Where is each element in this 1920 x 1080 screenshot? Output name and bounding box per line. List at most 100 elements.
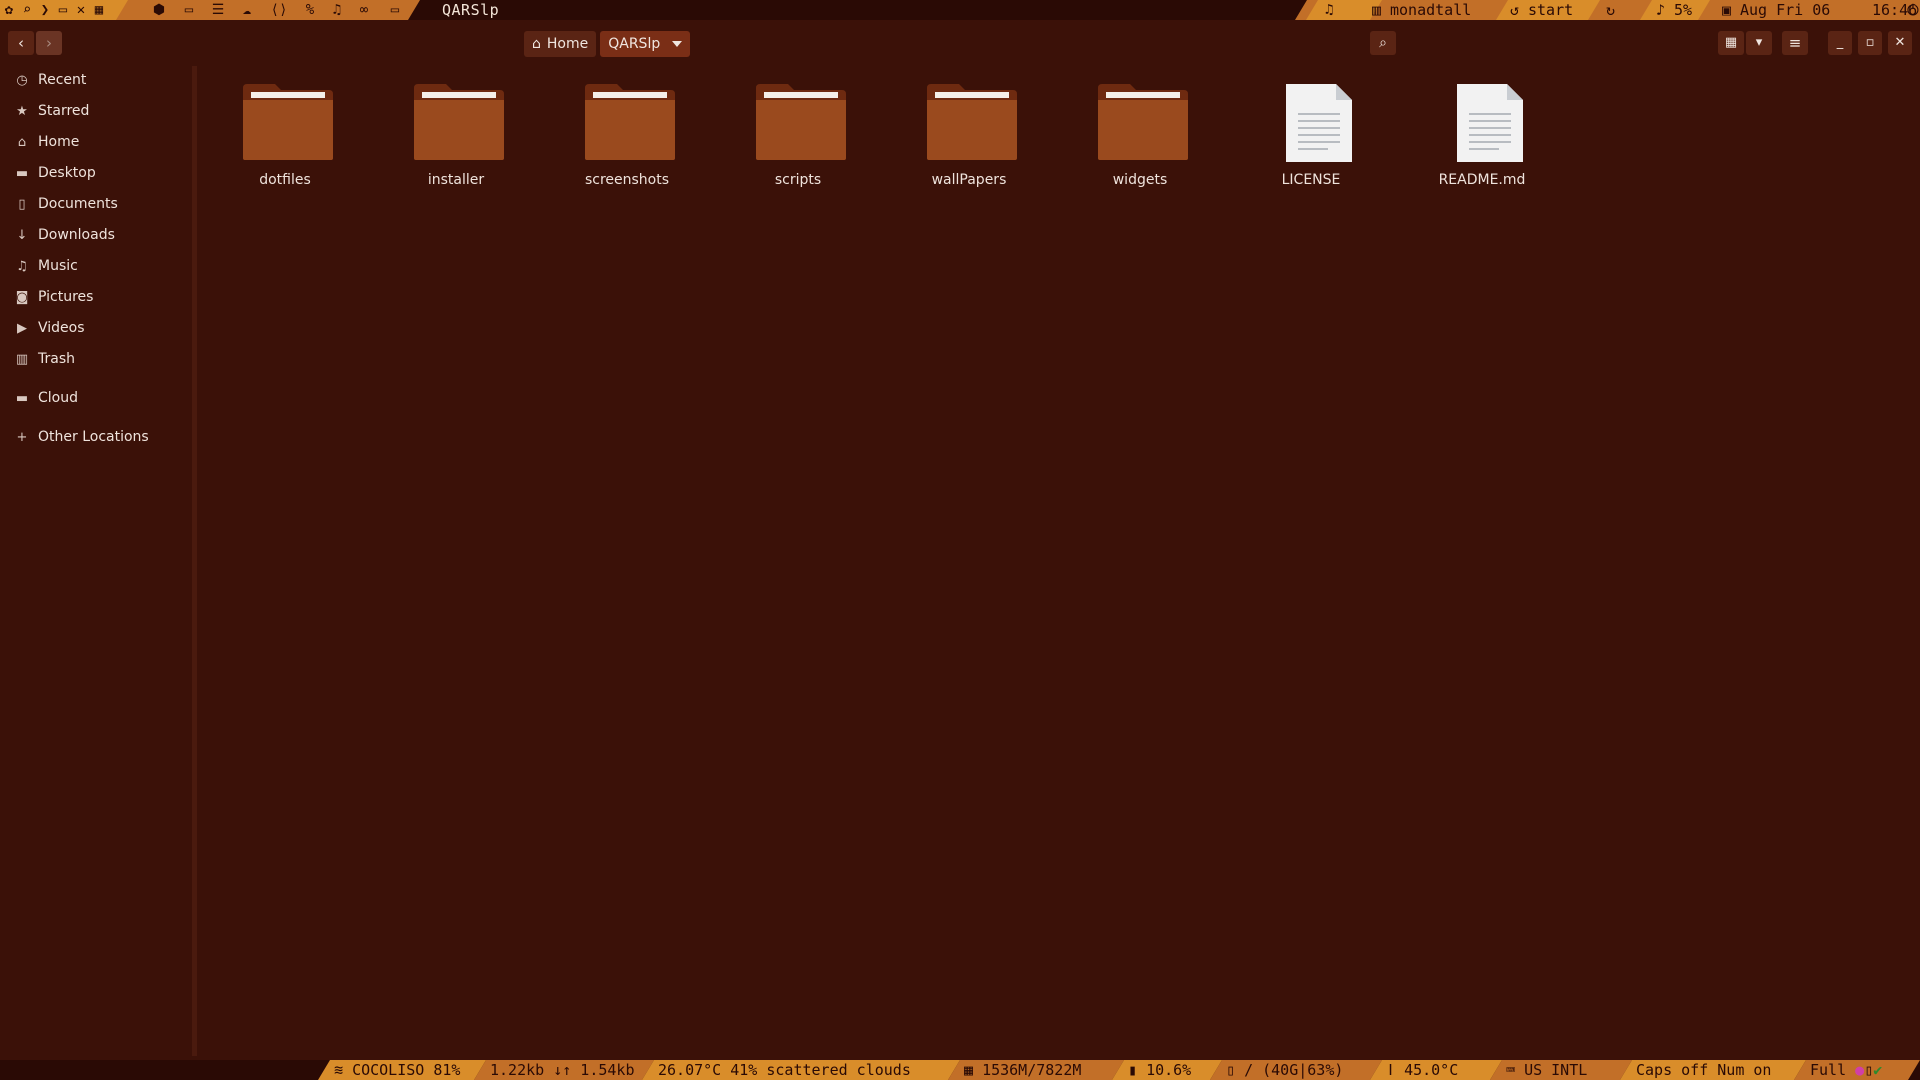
folder-item[interactable]: scripts xyxy=(723,70,873,190)
grid-view-button[interactable]: ▦ xyxy=(1718,31,1744,55)
temperature-segment[interactable]: ǀ 45.0°C xyxy=(1370,1060,1502,1080)
sidebar-item-desktop[interactable]: ▬ Desktop xyxy=(0,159,190,187)
folder-icon: ▬ xyxy=(15,165,29,181)
folder-item[interactable]: widgets xyxy=(1065,70,1215,190)
music-icon: ♫ xyxy=(16,258,28,274)
folder-icon: ▬ xyxy=(15,390,29,406)
sidebar-item-recent[interactable]: ◷ Recent xyxy=(0,66,190,94)
sidebar-item-label: Desktop xyxy=(38,165,96,181)
folder-item[interactable]: screenshots xyxy=(552,70,702,190)
search-icon[interactable]: ⌕ xyxy=(18,0,36,20)
close-button[interactable]: ✕ xyxy=(1888,31,1912,55)
headphone-segment xyxy=(1306,0,1382,20)
app-indicator-icon[interactable]: ● xyxy=(1855,1061,1864,1079)
sidebar-item-home[interactable]: ⌂ Home xyxy=(0,128,190,156)
document-item[interactable]: LICENSE xyxy=(1236,70,1386,190)
notes-icon[interactable]: ☰ xyxy=(209,0,227,20)
chevron-right-icon: › xyxy=(46,34,52,52)
folder-icon xyxy=(756,84,846,160)
package-icon[interactable]: ⬢ xyxy=(150,0,168,20)
start-label[interactable]: start xyxy=(1528,0,1573,20)
tools-icon[interactable]: ✕ xyxy=(72,0,90,20)
sidebar-divider[interactable] xyxy=(192,66,197,1056)
sidebar-item-music[interactable]: ♫ Music xyxy=(0,252,190,280)
network-segment[interactable]: 1.22kb ↓↑ 1.54kb xyxy=(474,1060,654,1080)
keyboard-icon[interactable]: ▦ xyxy=(90,0,108,20)
sidebar-item-cloud[interactable]: ▬ Cloud xyxy=(0,384,190,412)
refresh-icon[interactable]: ↻ xyxy=(1606,0,1615,20)
cloud-icon[interactable]: ☁ xyxy=(238,0,256,20)
file-name: widgets xyxy=(1112,172,1168,188)
thermometer-icon: ǀ xyxy=(1386,1061,1405,1079)
monitor-icon[interactable]: ▭ xyxy=(386,0,404,20)
sidebar-item-documents[interactable]: ▯ Documents xyxy=(0,190,190,218)
window-title: QARSlp xyxy=(442,1,500,19)
chevron-left-icon: ‹ xyxy=(18,34,24,52)
sidebar-item-label: Trash xyxy=(38,351,75,367)
maximize-button[interactable]: ▫ xyxy=(1858,31,1882,55)
header-bar: ‹ › ⌂ Home QARSlp ⌕ ▦ ▾ ≡ _ ▫ ✕ xyxy=(0,20,1920,66)
star-icon: ★ xyxy=(16,103,28,119)
menu-button[interactable]: ≡ xyxy=(1782,31,1808,55)
locks-segment[interactable]: Caps off Num on xyxy=(1620,1060,1806,1080)
search-button[interactable]: ⌕ xyxy=(1370,31,1396,55)
document-icon xyxy=(1286,84,1352,162)
folder-icon[interactable]: ▭ xyxy=(54,0,72,20)
breadcrumb-home[interactable]: ⌂ Home xyxy=(524,31,597,57)
sidebar-item-label: Recent xyxy=(38,72,87,88)
view-options-button[interactable]: ▾ xyxy=(1746,31,1772,55)
weather-segment[interactable]: 26.07°C 41% scattered clouds xyxy=(642,1060,960,1080)
document-item[interactable]: README.md xyxy=(1407,70,1557,190)
forward-button[interactable]: › xyxy=(36,31,62,55)
battery-status: Full xyxy=(1810,1061,1847,1079)
link-icon[interactable]: ∞ xyxy=(355,0,373,20)
folder-item[interactable]: dotfiles xyxy=(210,70,360,190)
app-icon[interactable]: ✿ xyxy=(0,0,18,20)
file-name: README.md xyxy=(1438,172,1526,188)
battery-segment[interactable]: Full ●▯✔ xyxy=(1794,1060,1920,1080)
breadcrumb-current[interactable]: QARSlp xyxy=(600,31,691,57)
back-button[interactable]: ‹ xyxy=(8,31,34,55)
code-icon[interactable]: ⟨⟩ xyxy=(270,0,288,20)
layout-label[interactable]: monadtall xyxy=(1390,0,1471,20)
power-icon[interactable]: ⏻ xyxy=(1907,0,1919,20)
wifi-status: COCOLISO 81% xyxy=(352,1061,461,1079)
search-icon: ⌕ xyxy=(1379,35,1387,51)
disk-segment[interactable]: ▯ / (40G|63%) xyxy=(1210,1060,1382,1080)
cpu-segment[interactable]: ▮ 10.6% xyxy=(1112,1060,1222,1080)
view-toggle-group: ▦ ▾ xyxy=(1718,31,1772,55)
folder-item[interactable]: installer xyxy=(381,70,531,190)
date-label[interactable]: Aug Fri 06 xyxy=(1740,0,1830,20)
temperature-value: 45.0°C xyxy=(1404,1061,1459,1079)
sidebar-item-trash[interactable]: ▥ Trash xyxy=(0,345,190,373)
chevron-down-icon xyxy=(672,41,683,47)
document-icon xyxy=(1457,84,1523,162)
top-panel: ✿ ⌕ ❯ ▭ ✕ ▦ ⬢ ▭ ☰ ☁ ⟨⟩ % ♫ ∞ ▭ QARSlp ♫ … xyxy=(0,0,1920,20)
grid-icon: ▦ xyxy=(1724,35,1738,50)
sidebar-item-label: Home xyxy=(38,134,80,150)
folder-item[interactable]: wallPapers xyxy=(894,70,1044,190)
volume-level[interactable]: 5% xyxy=(1674,0,1692,20)
headphone-icon[interactable]: ♫ xyxy=(1325,0,1333,20)
network-speed: 1.22kb ↓↑ 1.54kb xyxy=(490,1061,635,1079)
note-icon[interactable]: ▭ xyxy=(180,0,198,20)
sidebar-item-other-locations[interactable]: + Other Locations xyxy=(0,423,190,451)
memory-segment[interactable]: ▦ 1536M/7822M xyxy=(948,1060,1124,1080)
battery-icon: ▯ xyxy=(1864,1061,1874,1079)
sidebar-item-starred[interactable]: ★ Starred xyxy=(0,97,190,125)
sidebar-item-videos[interactable]: ▶ Videos xyxy=(0,314,190,342)
cpu-icon: ▮ xyxy=(1128,1061,1147,1079)
music-icon[interactable]: ♫ xyxy=(328,0,346,20)
file-name: LICENSE xyxy=(1281,172,1341,188)
wifi-segment[interactable]: ≋ COCOLISO 81% xyxy=(318,1060,486,1080)
sidebar-item-downloads[interactable]: ↓ Downloads xyxy=(0,221,190,249)
keyboard-segment[interactable]: ⌨ US INTL xyxy=(1490,1060,1632,1080)
sidebar-item-pictures[interactable]: ◙ Pictures xyxy=(0,283,190,311)
minimize-button[interactable]: _ xyxy=(1828,31,1852,55)
camera-icon: ◙ xyxy=(15,289,29,305)
terminal-icon[interactable]: ❯ xyxy=(36,0,54,20)
percent-icon[interactable]: % xyxy=(301,0,319,20)
folder-icon xyxy=(243,84,333,160)
folder-icon xyxy=(927,84,1017,160)
keyboard-icon: ⌨ xyxy=(1506,1061,1525,1079)
